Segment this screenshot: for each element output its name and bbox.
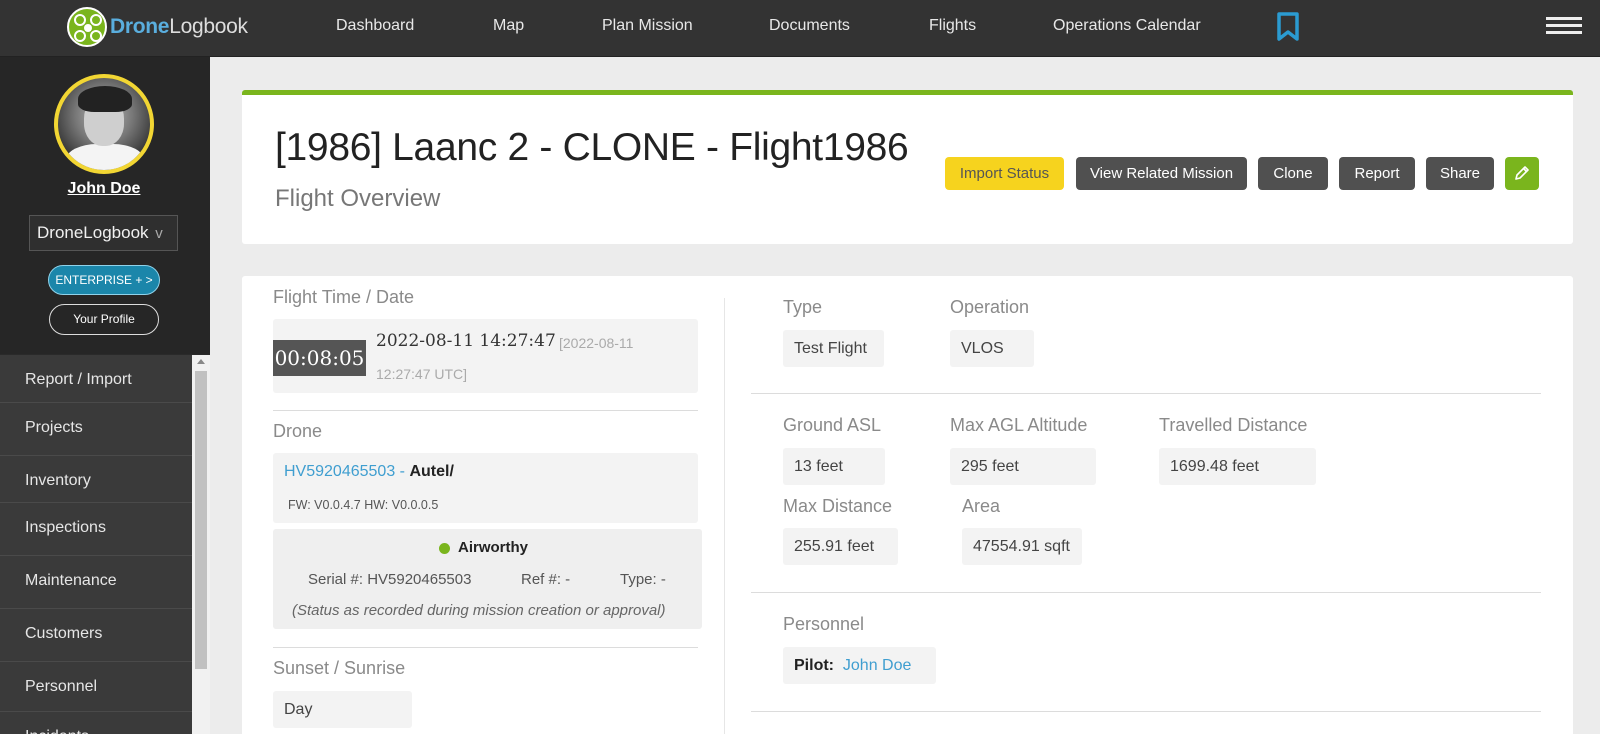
max-distance-label: Max Distance: [783, 496, 893, 516]
nav-dashboard[interactable]: Dashboard: [336, 17, 414, 35]
pilot-row: Pilot: John Doe: [794, 657, 911, 675]
drone-model: Autel/: [409, 463, 454, 480]
status-note: (Status as recorded during mission creat…: [292, 602, 666, 619]
nav-map[interactable]: Map: [493, 17, 524, 35]
brand-name-highlight: Drone: [110, 15, 170, 38]
enterprise-button[interactable]: ENTERPRISE + >: [48, 265, 160, 295]
user-name-link[interactable]: John Doe: [0, 180, 208, 198]
sidebar-item-customers[interactable]: Customers: [0, 608, 192, 661]
type-label: Type: [783, 297, 823, 317]
organization-select[interactable]: DroneLogbook v: [29, 215, 178, 251]
travelled-distance-value: 1699.48 feet: [1170, 458, 1259, 475]
drone-label: Drone: [273, 421, 323, 441]
operation-value: VLOS: [961, 340, 1004, 357]
flight-date-utc-line1: [2022-08-11: [559, 335, 634, 351]
your-profile-button[interactable]: Your Profile: [49, 304, 159, 335]
sidebar-item-report-import[interactable]: Report / Import: [0, 355, 192, 408]
scrollbar-thumb[interactable]: [195, 371, 207, 669]
sunset-sunrise-value: Day: [284, 701, 313, 718]
sidebar-item-personnel[interactable]: Personnel: [0, 661, 192, 714]
sunset-sunrise-label: Sunset / Sunrise: [273, 658, 406, 678]
page-subtitle: Flight Overview: [275, 185, 441, 212]
area-label: Area: [962, 496, 1001, 516]
type-value: Test Flight: [794, 340, 867, 357]
hamburger-icon[interactable]: [1546, 17, 1582, 37]
operation-label: Operation: [950, 297, 1030, 317]
flight-duration: 00:08:05: [273, 340, 366, 376]
sidebar: John Doe DroneLogbook v ENTERPRISE + > Y…: [0, 57, 210, 734]
drone-type: Type: -: [620, 571, 666, 588]
drone-separator: -: [399, 463, 405, 480]
flight-details-card: Flight Time / Date 00:08:05 2022-08-11 1…: [242, 276, 1573, 734]
nav-plan-mission[interactable]: Plan Mission: [602, 17, 693, 35]
drone-serial-row: HV5920465503 - Autel/: [284, 463, 454, 481]
import-status-button[interactable]: Import Status: [945, 157, 1064, 190]
flight-date-local: 2022-08-11 14:27:47: [376, 331, 556, 351]
pilot-label: Pilot:: [794, 657, 834, 674]
sidebar-item-inspections[interactable]: Inspections: [0, 502, 192, 555]
brand-name-rest: Logbook: [169, 15, 248, 38]
status-dot-icon: [439, 542, 450, 554]
ground-asl-label: Ground ASL: [783, 415, 882, 435]
drone-logo-icon: [67, 7, 107, 47]
avatar[interactable]: [54, 74, 154, 174]
nav-flights[interactable]: Flights: [929, 17, 976, 35]
max-agl-label: Max AGL Altitude: [950, 415, 1088, 435]
ground-asl-value: 13 feet: [794, 458, 843, 475]
divider: [751, 592, 1541, 593]
airworthy-status-text: Airworthy: [458, 539, 529, 556]
flight-header-card: [1986] Laanc 2 - CLONE - Flight1986 Flig…: [242, 90, 1573, 244]
bookmark-icon[interactable]: [1276, 12, 1300, 47]
drone-serial-number: Serial #: HV5920465503: [308, 571, 472, 588]
travelled-distance-label: Travelled Distance: [1159, 415, 1308, 435]
divider: [273, 647, 698, 648]
personnel-label: Personnel: [783, 614, 865, 634]
divider: [751, 711, 1541, 712]
sidebar-item-inventory[interactable]: Inventory: [0, 455, 192, 508]
sidebar-menu: Report / Import Projects Inventory Inspe…: [0, 355, 192, 734]
pencil-icon: [1515, 166, 1529, 180]
sidebar-item-maintenance[interactable]: Maintenance: [0, 555, 192, 608]
sidebar-scrollbar[interactable]: [192, 355, 210, 734]
column-divider: [724, 298, 725, 734]
organization-select-value: DroneLogbook: [37, 223, 149, 242]
view-related-mission-button[interactable]: View Related Mission: [1076, 157, 1247, 190]
airworthy-status: Airworthy: [439, 539, 528, 556]
max-distance-value: 255.91 feet: [794, 538, 875, 555]
clone-button[interactable]: Clone: [1258, 157, 1328, 190]
nav-documents[interactable]: Documents: [769, 17, 850, 35]
profile-panel: John Doe DroneLogbook v ENTERPRISE + > Y…: [0, 57, 210, 354]
divider: [273, 410, 698, 411]
max-agl-value: 295 feet: [961, 458, 1019, 475]
brand-name: DroneLogbook: [110, 15, 248, 39]
chevron-down-icon: v: [155, 225, 163, 242]
page-title: [1986] Laanc 2 - CLONE - Flight1986: [275, 126, 909, 169]
brand-logo-link[interactable]: DroneLogbook: [67, 7, 248, 47]
scroll-up-arrow-icon[interactable]: [197, 359, 205, 364]
share-button[interactable]: Share: [1426, 157, 1494, 190]
sidebar-item-projects[interactable]: Projects: [0, 402, 192, 455]
divider: [751, 393, 1541, 394]
report-button[interactable]: Report: [1339, 157, 1415, 190]
flight-date-utc-line2: 12:27:47 UTC]: [376, 366, 468, 382]
nav-operations-calendar[interactable]: Operations Calendar: [1053, 17, 1201, 35]
pilot-name-link[interactable]: John Doe: [843, 657, 912, 674]
drone-firmware: FW: V0.0.4.7 HW: V0.0.0.5: [288, 498, 439, 512]
sidebar-item-incidents[interactable]: Incidents: [0, 711, 192, 734]
edit-button[interactable]: [1505, 157, 1539, 190]
drone-ref-number: Ref #: -: [521, 571, 571, 588]
top-navbar: DroneLogbook Dashboard Map Plan Mission …: [0, 0, 1600, 57]
area-value: 47554.91 sqft: [973, 538, 1070, 555]
drone-serial-link[interactable]: HV5920465503: [284, 463, 395, 480]
flight-time-label: Flight Time / Date: [273, 287, 415, 307]
